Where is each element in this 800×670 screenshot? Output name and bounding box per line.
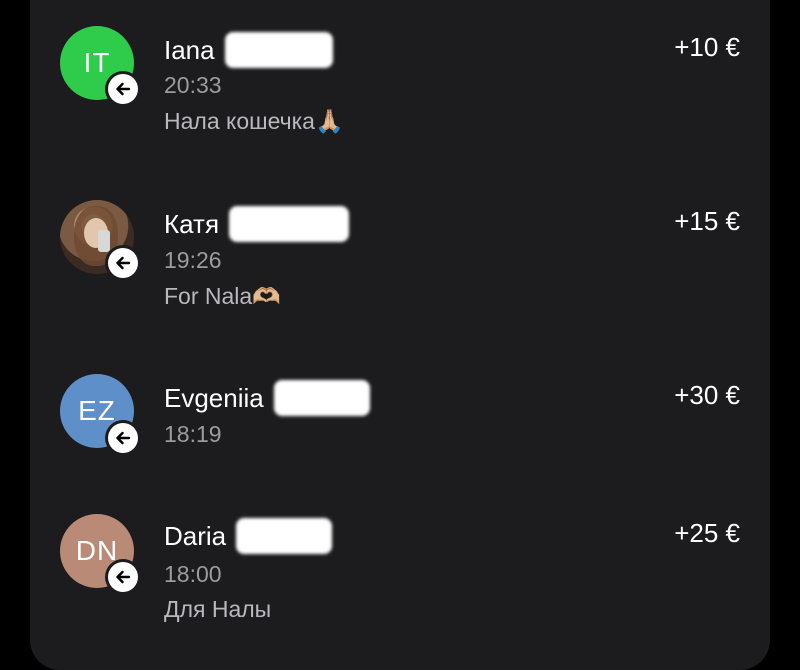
avatar-initials: EZ: [78, 395, 116, 426]
arrow-left-icon: [116, 570, 131, 584]
transaction-time: 18:00: [164, 561, 222, 587]
redacted-surname: [273, 380, 370, 416]
transaction-amount: +15 €: [674, 206, 740, 236]
redacted-surname: [236, 518, 333, 554]
transaction-amount: +25 €: [674, 518, 740, 548]
redacted-surname: [229, 206, 350, 242]
transaction-note: For Nala🫶🏼: [164, 283, 281, 309]
avatar-initials: DN: [75, 535, 119, 566]
transaction-note: Нала кошечка🙏🏼: [164, 108, 344, 134]
transactions-card: [30, 0, 770, 670]
incoming-badge: [108, 562, 138, 592]
sender-name: Iana: [164, 32, 333, 68]
arrow-left-icon: [116, 431, 131, 445]
incoming-badge: [108, 248, 138, 278]
transaction-time: 19:26: [164, 247, 222, 273]
sender-name: Evgeniia: [164, 380, 370, 416]
transaction-time: 20:33: [164, 72, 222, 98]
transaction-time: 18:19: [164, 421, 222, 447]
avatar-initials: IT: [83, 47, 111, 78]
transaction-amount: +10 €: [674, 32, 740, 62]
transaction-amount: +30 €: [674, 380, 740, 410]
arrow-left-icon: [116, 82, 131, 96]
redacted-surname: [224, 32, 333, 68]
incoming-badge: [108, 74, 138, 104]
sender-name: Daria: [164, 518, 333, 554]
transaction-note: Для Налы: [164, 596, 272, 622]
incoming-badge: [108, 423, 138, 453]
sender-name: Катя: [164, 206, 350, 242]
arrow-left-icon: [116, 256, 131, 270]
